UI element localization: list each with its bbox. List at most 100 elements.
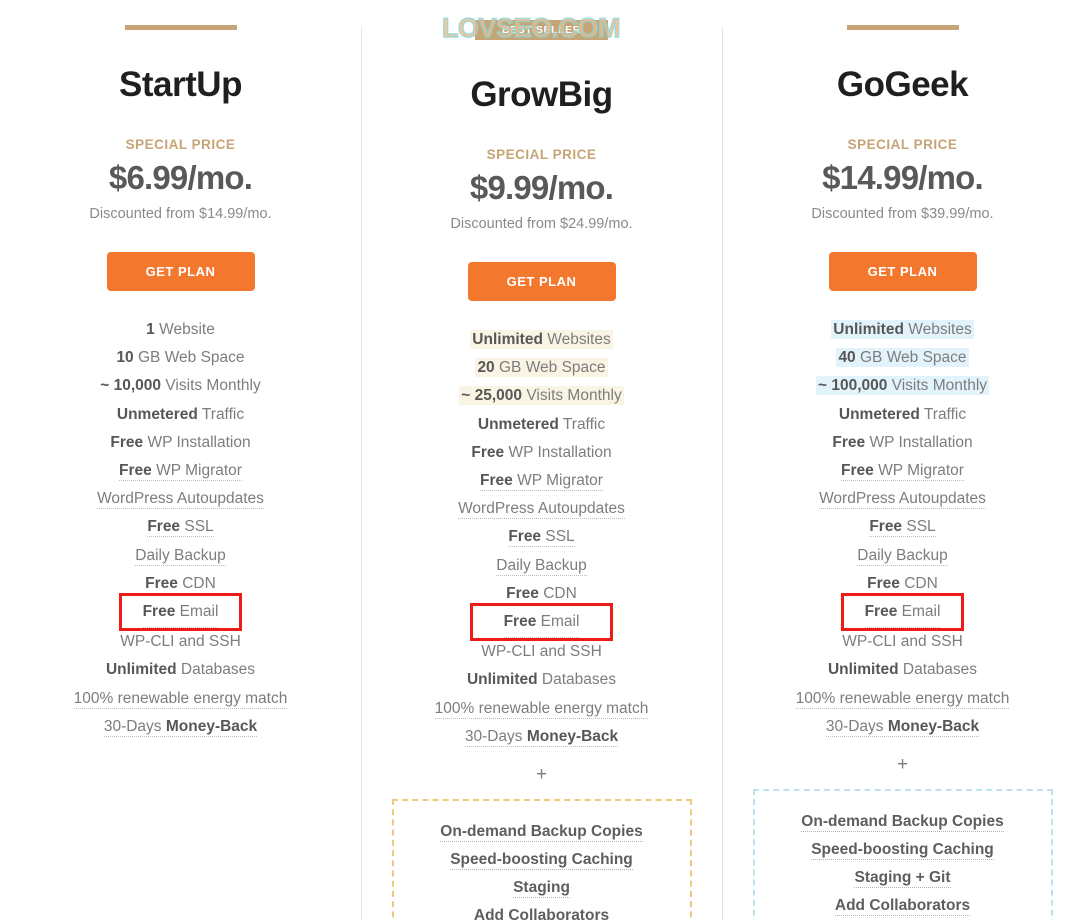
feature-text: Unmetered Traffic — [116, 405, 245, 423]
bonus-feature-text[interactable]: On-demand Backup Copies — [440, 823, 643, 843]
feature-text[interactable]: 100% renewable energy match — [73, 689, 288, 709]
bonus-feature-text[interactable]: Add Collaborators — [473, 907, 610, 920]
feature-text[interactable]: Daily Backup — [496, 556, 587, 576]
feature-item: Unmetered Traffic — [722, 401, 1083, 429]
feature-text[interactable]: 30-Days Money-Back — [825, 717, 980, 737]
feature-list: Unlimited Websites 20 GB Web Space ~ 25,00… — [361, 326, 722, 751]
feature-highlight-text: Unlimited — [827, 661, 899, 679]
feature-text[interactable]: Free Email — [504, 613, 580, 630]
best-seller-badge: BEST SELLER — [475, 20, 608, 40]
feature-text[interactable]: Daily Backup — [857, 546, 948, 566]
feature-item: Free WP Migrator — [722, 457, 1083, 485]
feature-text: Unmetered Traffic — [838, 405, 967, 423]
feature-text: 10 GB Web Space — [116, 349, 245, 367]
feature-text[interactable]: Free Email — [143, 603, 219, 620]
feature-text[interactable]: Free SSL — [508, 528, 575, 548]
get-plan-button[interactable]: GET PLAN — [106, 252, 255, 291]
feature-item: Daily Backup — [722, 542, 1083, 570]
feature-text[interactable]: 100% renewable energy match — [795, 689, 1010, 709]
discount-note: Discounted from $14.99/mo. — [89, 206, 272, 222]
feature-text[interactable]: WordPress Autoupdates — [97, 490, 264, 510]
bonus-feature-text[interactable]: Add Collaborators — [834, 897, 971, 917]
feature-text: ~ 25,000 Visits Monthly — [459, 386, 624, 406]
feature-highlight-text: 10 — [116, 349, 134, 367]
feature-item: 10 GB Web Space — [0, 344, 361, 372]
feature-highlight-text: 20 — [477, 359, 495, 377]
feature-item: Free CDN — [0, 570, 361, 598]
plan-price: $6.99/mo. — [108, 159, 253, 196]
feature-item: Free WP Installation — [0, 429, 361, 457]
get-plan-button[interactable]: GET PLAN — [828, 252, 977, 291]
feature-text[interactable]: Free CDN — [867, 574, 938, 594]
plan-column-growbig: BEST SELLER GrowBig SPECIAL PRICE $9.99/mo.… — [361, 0, 722, 920]
bonus-feature-item: On-demand Backup Copies — [765, 808, 1041, 836]
feature-text[interactable]: WordPress Autoupdates — [458, 500, 625, 520]
feature-highlight-text: Free — [832, 433, 866, 451]
feature-text: Unlimited Websites — [470, 330, 613, 349]
feature-highlight-text: Unmetered — [838, 405, 920, 423]
bonus-feature-text[interactable]: On-demand Backup Copies — [801, 813, 1004, 833]
discount-note: Discounted from $24.99/mo. — [450, 216, 633, 232]
feature-text: WP-CLI and SSH — [481, 643, 602, 661]
feature-item: Unlimited Databases — [722, 656, 1083, 684]
feature-text[interactable]: Free WP Migrator — [841, 462, 964, 482]
feature-text[interactable]: Free Email — [865, 603, 941, 620]
feature-item: 40 GB Web Space — [722, 344, 1083, 372]
feature-text[interactable]: Free WP Migrator — [119, 462, 242, 482]
feature-text[interactable]: Free SSL — [147, 518, 214, 538]
plan-price: $9.99/mo. — [469, 169, 614, 206]
feature-text: ~ 10,000 Visits Monthly — [100, 377, 261, 395]
feature-text: WP-CLI and SSH — [120, 633, 241, 651]
feature-text[interactable]: Free CDN — [506, 584, 577, 604]
feature-highlight-text: Free — [864, 603, 898, 621]
feature-item: Free SSL — [0, 513, 361, 541]
feature-text[interactable]: Free SSL — [869, 518, 936, 538]
feature-item: Daily Backup — [0, 542, 361, 570]
feature-text: Free WP Installation — [471, 443, 612, 461]
plan-name: GoGeek — [836, 65, 969, 104]
feature-highlight-text: Free — [867, 574, 900, 592]
feature-text[interactable]: Free WP Migrator — [480, 472, 603, 492]
feature-text[interactable]: Daily Backup — [135, 546, 226, 566]
feature-item: WordPress Autoupdates — [0, 485, 361, 513]
feature-highlight-text: Money-Back — [887, 717, 980, 735]
free-email-annotation: Free Email — [118, 593, 243, 632]
feature-item: ~ 10,000 Visits Monthly — [0, 372, 361, 400]
feature-text[interactable]: WordPress Autoupdates — [819, 490, 986, 510]
bonus-feature-text[interactable]: Speed-boosting Caching — [450, 851, 633, 871]
bonus-feature-text[interactable]: Staging — [513, 879, 570, 899]
feature-highlight-text: Unlimited — [472, 331, 543, 348]
feature-text[interactable]: 30-Days Money-Back — [464, 727, 619, 747]
feature-item: 100% renewable energy match — [0, 685, 361, 713]
special-price-label: SPECIAL PRICE — [125, 137, 236, 152]
bonus-features-box: On-demand Backup Copies Speed-boosting Ca… — [391, 799, 692, 920]
plan-name: GrowBig — [470, 75, 613, 114]
feature-item: WordPress Autoupdates — [361, 495, 722, 523]
special-price-label: SPECIAL PRICE — [486, 147, 597, 162]
bonus-feature-list: On-demand Backup Copies Speed-boosting Ca… — [404, 818, 680, 920]
feature-highlight-text: Unmetered — [477, 415, 559, 433]
get-plan-button[interactable]: GET PLAN — [467, 262, 616, 301]
feature-text[interactable]: 100% renewable energy match — [434, 699, 649, 719]
feature-highlight-text: 1 — [146, 321, 155, 338]
feature-highlight-text: Free — [147, 518, 181, 536]
feature-item: ~ 100,000 Visits Monthly — [722, 372, 1083, 400]
feature-highlight-text: Money-Back — [165, 717, 258, 735]
special-price-label: SPECIAL PRICE — [847, 137, 958, 152]
feature-item: Free SSL — [361, 523, 722, 551]
feature-text: WP-CLI and SSH — [842, 633, 963, 651]
feature-highlight-text: Free — [110, 433, 144, 451]
feature-text: 40 GB Web Space — [836, 348, 969, 368]
feature-highlight-text: Free — [869, 518, 903, 536]
feature-item: Free WP Installation — [722, 429, 1083, 457]
feature-text[interactable]: 30-Days Money-Back — [103, 717, 258, 737]
plan-price: $14.99/mo. — [822, 159, 984, 196]
feature-text: Unlimited Databases — [105, 661, 256, 679]
bonus-feature-item: Staging — [404, 874, 680, 902]
bonus-feature-text[interactable]: Staging + Git — [854, 869, 951, 889]
bonus-feature-list: On-demand Backup Copies Speed-boosting Ca… — [765, 808, 1041, 920]
bonus-feature-text[interactable]: Speed-boosting Caching — [811, 841, 994, 861]
feature-item: WordPress Autoupdates — [722, 485, 1083, 513]
feature-item: Unmetered Traffic — [0, 401, 361, 429]
feature-text[interactable]: Free CDN — [145, 574, 216, 594]
